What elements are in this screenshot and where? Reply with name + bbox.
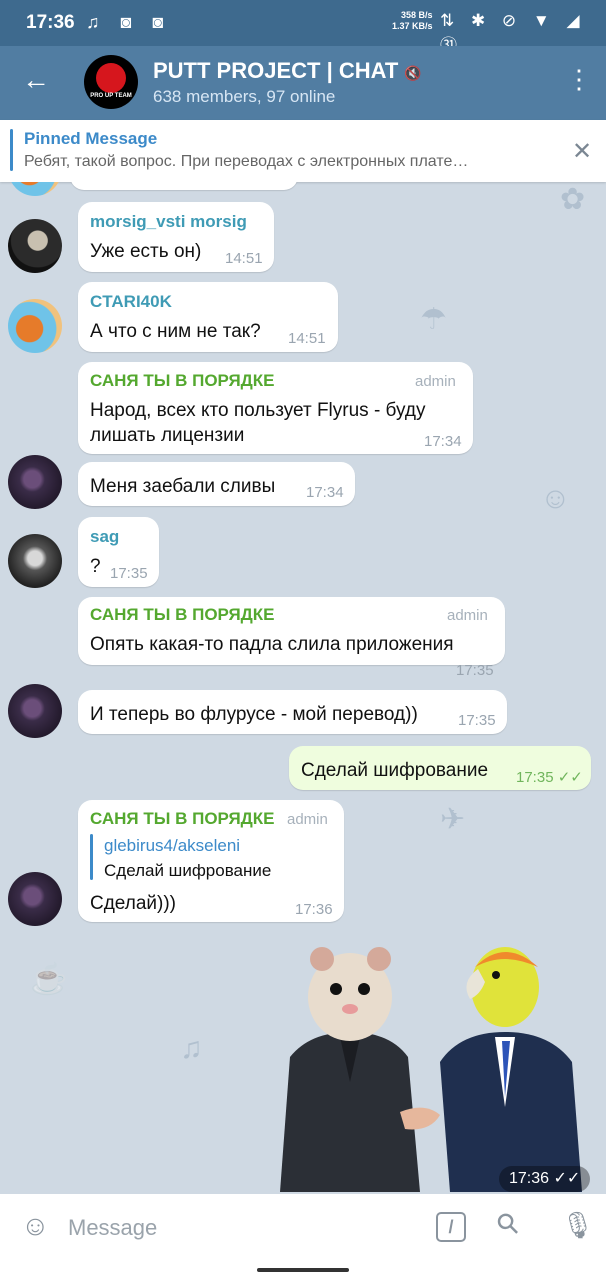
back-arrow-icon[interactable]: ← (22, 66, 50, 94)
pinned-text: Ребят, такой вопрос. При переводах с эле… (24, 153, 469, 170)
reply-text[interactable]: Сделай шифрование (104, 861, 271, 881)
background-doodle: ✈ (440, 803, 466, 836)
hamster-eye (330, 983, 342, 995)
message-text-line2: лишать лицензии (90, 425, 245, 446)
double-check-icon: ✓✓ (553, 1170, 581, 1187)
sticker-time-value: 17:36 (509, 1170, 550, 1187)
message-text: Опять какая-то падла слила приложения (90, 634, 454, 655)
hamster-nose (342, 1004, 358, 1014)
message-bubble-partial[interactable] (70, 182, 298, 190)
sender-name[interactable]: CTARI40K (90, 292, 172, 312)
message-time: 17:34 (424, 433, 462, 450)
message-text: А что с ним не так? (90, 321, 261, 342)
parrot-eye (492, 971, 500, 979)
home-gesture-pill[interactable] (257, 1268, 349, 1272)
admin-badge: admin (415, 373, 456, 390)
handshake-sticker[interactable] (280, 937, 582, 1192)
mute-icon: 🔇 (404, 65, 422, 81)
status-time: 17:36 (26, 12, 75, 33)
microphone-icon[interactable]: 🎙 (561, 1212, 594, 1238)
message-time: 17:35 ✓✓ (516, 768, 583, 786)
pinned-message-bar[interactable]: Pinned Message Ребят, такой вопрос. При … (0, 120, 606, 182)
message-list[interactable]: ✿ ☂ ♡ ☺ ✈ ☕ ♫ morsig_vsti morsig Уже ест… (0, 182, 606, 1194)
status-bar: 17:36 ♫ ◙ ◙ 358 B/s 1.37 KB/s ⇅ ✱ ⊘ ▼ ◢ … (0, 0, 606, 55)
background-doodle: ☂ (420, 303, 447, 336)
message-text: ? (90, 556, 101, 577)
message-time: 14:51 (225, 250, 263, 267)
background-doodle: ✿ (560, 183, 586, 216)
avatar[interactable] (8, 455, 62, 509)
sender-name[interactable]: morsig_vsti morsig (90, 212, 247, 232)
net-speed-up: 358 B/s (401, 10, 433, 20)
handshake-hands (400, 1107, 440, 1130)
background-doodle: ☕ (30, 963, 68, 996)
message-time: 17:34 (306, 484, 344, 501)
avatar[interactable] (8, 219, 62, 273)
message-time: 14:51 (288, 330, 326, 347)
avatar[interactable] (8, 684, 62, 738)
background-doodle: ♫ (180, 1032, 203, 1065)
chat-title[interactable]: PUTT PROJECT | CHAT 🔇 (153, 58, 422, 84)
message-text: Меня заебали сливы (90, 476, 276, 497)
message-time-value: 17:35 (516, 769, 554, 786)
net-speed: 358 B/s 1.37 KB/s (392, 10, 433, 32)
more-options-icon[interactable]: ⋮ (566, 66, 592, 92)
net-speed-down: 1.37 KB/s (392, 21, 433, 31)
message-time: 17:35 (458, 712, 496, 729)
sender-name[interactable]: САНЯ ТЫ В ПОРЯДКЕ (90, 371, 275, 391)
hamster-ear (367, 947, 391, 971)
sender-name[interactable]: sag (90, 527, 119, 547)
sender-name[interactable]: САНЯ ТЫ В ПОРЯДКЕ (90, 605, 275, 625)
pinned-label: Pinned Message (24, 129, 158, 148)
reply-accent-bar (90, 834, 93, 880)
chat-subtitle: 638 members, 97 online (153, 87, 336, 106)
message-text: Сделай))) (90, 893, 176, 914)
avatar[interactable] (8, 872, 62, 926)
message-text-line1: Народ, всех кто пользует Flyrus - буду (90, 400, 426, 421)
message-text: Сделай шифрование (301, 760, 489, 781)
close-pinned-icon[interactable]: ✕ (572, 137, 592, 166)
reply-sender[interactable]: glebirus4/akseleni (104, 836, 240, 856)
attach-icon[interactable]: ⚲ (490, 1205, 526, 1241)
message-time: 17:36 (295, 901, 333, 918)
group-avatar[interactable]: PRO UP TEAM (84, 55, 138, 109)
avatar[interactable] (8, 534, 62, 588)
message-text: И теперь во флурусе - мой перевод)) (90, 704, 418, 725)
system-nav-bar (0, 1260, 606, 1280)
bot-command-icon[interactable]: / (436, 1212, 466, 1242)
admin-badge: admin (447, 607, 488, 624)
double-check-icon: ✓✓ (557, 769, 583, 786)
group-avatar-label: PRO UP TEAM (90, 93, 132, 99)
message-input[interactable] (66, 1210, 420, 1246)
emoji-icon[interactable]: ☺ (21, 1212, 50, 1240)
admin-badge: admin (287, 811, 328, 828)
message-text: Уже есть он) (90, 241, 202, 262)
sticker-time: 17:36 ✓✓ (499, 1166, 591, 1192)
background-doodle: ☺ (540, 482, 571, 515)
sender-name[interactable]: САНЯ ТЫ В ПОРЯДКЕ (90, 809, 275, 829)
chat-header: ← PRO UP TEAM PUTT PROJECT | CHAT 🔇 638 m… (0, 46, 606, 120)
hamster-ear (310, 947, 334, 971)
message-time: 17:35 (110, 565, 148, 582)
chat-title-text: PUTT PROJECT | CHAT (153, 58, 399, 83)
hamster-eye (358, 983, 370, 995)
avatar[interactable] (8, 182, 62, 196)
message-composer: ☺ / ⚲ 🎙 (0, 1194, 606, 1260)
group-avatar-logo (96, 63, 126, 93)
status-app-icons: ♫ ◙ ◙ (86, 12, 172, 32)
message-time: 17:35 (456, 662, 494, 679)
avatar[interactable] (8, 299, 62, 353)
pinned-accent-bar (10, 129, 13, 171)
